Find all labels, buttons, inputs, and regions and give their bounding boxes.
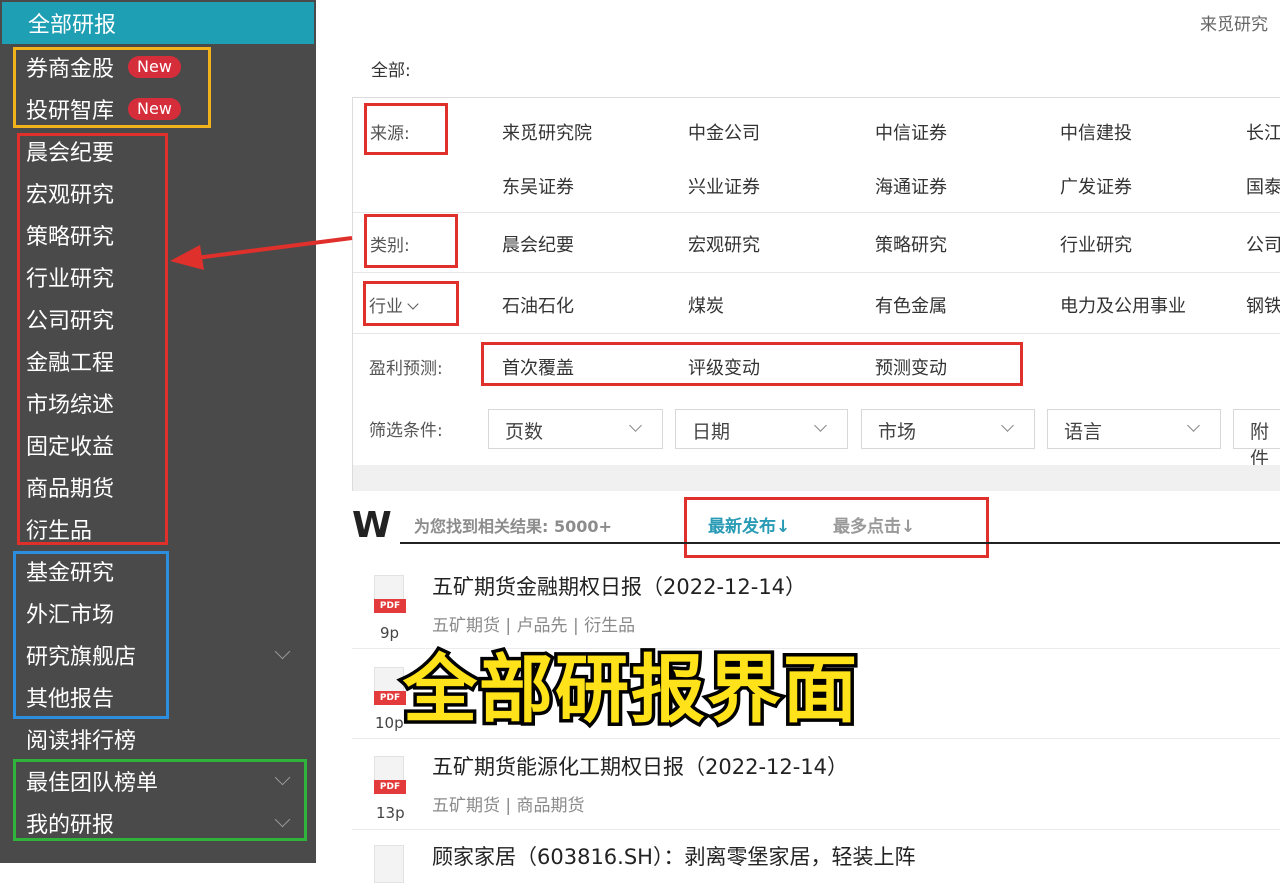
result-title[interactable]: 顾家家居（603816.SH）：剥离零堡家居，轻装上阵 <box>432 841 915 871</box>
page-count: 13p <box>376 804 405 822</box>
result-count: 为您找到相关结果: 5000+ <box>414 517 612 536</box>
result-title[interactable]: 五矿期货金融期权日报（2022-12-14） <box>432 571 806 601</box>
results-underline <box>400 542 1280 544</box>
w-logo: W <box>352 505 392 546</box>
page-count: 9p <box>380 624 400 642</box>
result-title[interactable]: 五矿期货能源化工期权日报（2022-12-14） <box>432 751 848 781</box>
divider <box>352 829 1280 830</box>
pdf-icon: PDF <box>374 756 406 794</box>
pdf-icon: PDF <box>374 667 406 705</box>
overlay-caption: 全部研报界面 <box>400 644 861 737</box>
divider <box>352 738 1280 739</box>
page-count: 10p <box>375 714 404 732</box>
pdf-icon <box>374 845 404 883</box>
result-meta: 五矿期货 | 商品期货 <box>432 796 585 816</box>
sort-latest-button[interactable]: 最新发布↓ <box>708 512 790 537</box>
pdf-icon: PDF <box>374 575 406 613</box>
sort-most-clicked-button[interactable]: 最多点击↓ <box>833 512 915 537</box>
